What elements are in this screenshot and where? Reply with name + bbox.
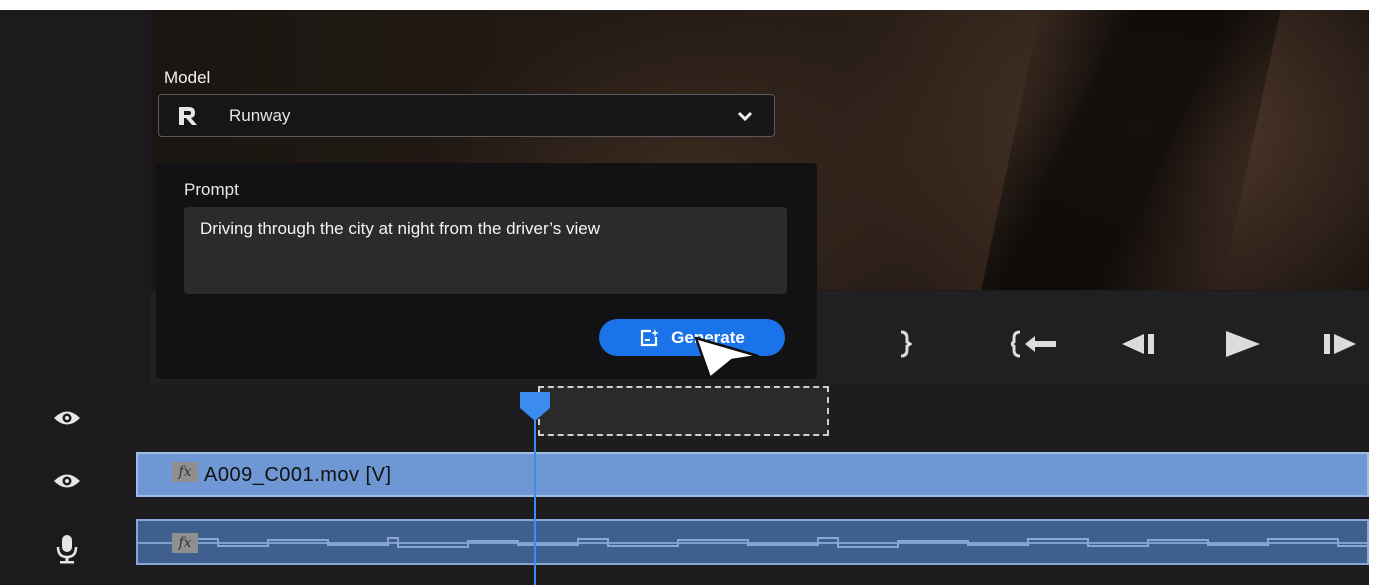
generate-sparkle-icon bbox=[641, 328, 660, 346]
prompt-input[interactable]: Driving through the city at night from t… bbox=[184, 207, 787, 294]
eye-icon[interactable] bbox=[52, 407, 82, 429]
right-border bbox=[1369, 0, 1375, 585]
chevron-down-icon bbox=[737, 111, 753, 122]
model-label: Model bbox=[164, 68, 211, 87]
clip-name: A009_C001.mov [V] bbox=[204, 464, 392, 486]
model-select[interactable]: Runway bbox=[158, 94, 775, 137]
prompt-input-text: Driving through the city at night from t… bbox=[200, 219, 600, 238]
eye-icon[interactable] bbox=[52, 470, 82, 492]
mouse-cursor-icon bbox=[694, 336, 760, 380]
go-to-in-icon[interactable] bbox=[1010, 327, 1060, 361]
video-clip[interactable]: fx A009_C001.mov [V] bbox=[136, 452, 1369, 497]
runway-logo-icon bbox=[179, 107, 197, 125]
step-back-icon[interactable] bbox=[1118, 327, 1162, 361]
playhead-handle[interactable] bbox=[519, 392, 551, 426]
step-forward-icon[interactable] bbox=[1320, 327, 1364, 361]
mark-out-icon[interactable] bbox=[890, 327, 920, 361]
model-selected-value: Runway bbox=[229, 106, 291, 125]
generated-clip-placeholder bbox=[538, 386, 829, 436]
fx-badge[interactable]: fx bbox=[172, 533, 198, 553]
audio-waveform bbox=[138, 537, 1367, 548]
fx-badge[interactable]: fx bbox=[172, 462, 198, 482]
video-content-figure bbox=[981, 10, 1281, 290]
prompt-label: Prompt bbox=[184, 180, 239, 199]
play-icon[interactable] bbox=[1220, 327, 1264, 361]
top-border bbox=[0, 0, 1375, 10]
microphone-icon[interactable] bbox=[52, 534, 82, 564]
audio-clip[interactable]: fx bbox=[136, 519, 1369, 565]
